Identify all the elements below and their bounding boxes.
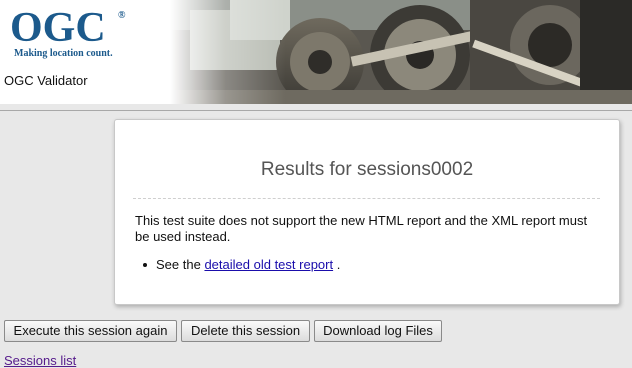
report-notice: This test suite does not support the new… [135,213,588,244]
sessions-list-link[interactable]: Sessions list [4,353,76,368]
header-divider [0,110,632,111]
list-item: See the detailed old test report . [143,257,340,272]
download-logs-button[interactable]: Download log Files [314,320,442,342]
bullet-icon [143,262,147,267]
delete-session-button[interactable]: Delete this session [181,320,310,342]
list-item-prefix: See the [156,257,201,272]
old-test-report-link[interactable]: detailed old test report [204,257,333,272]
results-panel: Results for sessions0002 This test suite… [114,119,620,305]
list-item-suffix: . [336,257,341,272]
results-title: Results for sessions0002 [260,159,474,180]
header: OGC ® Making location count. OGC Validat… [0,0,632,104]
banner-image [170,0,632,104]
logo-registered-mark: ® [118,10,126,21]
results-divider [133,198,600,199]
logo-text: OGC [10,5,106,51]
app-title: OGC Validator [4,73,88,88]
logo-tagline: Making location count. [14,48,113,59]
execute-again-button[interactable]: Execute this session again [4,320,177,342]
